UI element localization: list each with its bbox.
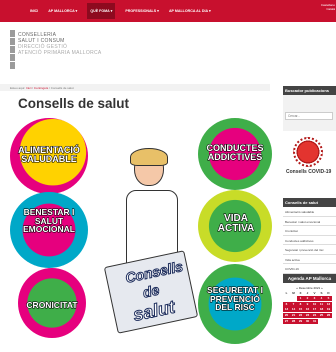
health-tips-menu: Consells de salut Alimentació saludable … — [283, 198, 336, 274]
menu-item-seguretat[interactable]: Seguretat i prevenció del risc — [283, 245, 336, 255]
logo-line: ATENCIÓ PRIMÀRIA MALLORCA — [18, 50, 102, 56]
calendar-day[interactable]: 15 — [297, 307, 304, 313]
calendar-day[interactable]: 18 — [318, 307, 325, 313]
calendar-day — [325, 319, 331, 324]
calendar-day[interactable]: 20 — [283, 313, 290, 319]
calendar-day[interactable]: 8 — [297, 301, 304, 307]
calendar-days: 1 2 3 4 5 6 7 8 9 10 11 12 13 14 15 16 17 18 19 20 21 22 23 24 2… — [283, 296, 332, 324]
breadcrumb-prefix: Esteu aquí: — [10, 86, 26, 90]
menu-title: Consells de salut — [283, 198, 336, 207]
calendar-day[interactable]: 3 — [311, 296, 318, 302]
breadcrumb-current: Consells de salut — [50, 86, 74, 90]
site-logo[interactable]: CONSELLERIA SALUT I CONSUM DIRECCIÓ GEST… — [10, 30, 101, 80]
calendar-day[interactable]: 2 — [304, 296, 311, 302]
nav-item-professionals[interactable]: PROFESSIONALS ▾ — [125, 9, 159, 13]
calendar-day[interactable]: 21 — [290, 313, 297, 319]
logo-text: CONSELLERIA SALUT I CONSUM DIRECCIÓ GEST… — [18, 32, 102, 56]
menu-item-covid[interactable]: COVID-19 — [283, 264, 336, 274]
breadcrumb-continguts[interactable]: Continguts — [34, 86, 48, 90]
calendar-day[interactable]: 14 — [290, 307, 297, 313]
calendar-day[interactable]: 23 — [304, 313, 311, 319]
tile-vida-activa-label: VIDA ACTIVA — [217, 213, 255, 234]
calendar-day[interactable]: 10 — [311, 301, 318, 307]
calendar-day[interactable]: 27 — [283, 318, 290, 324]
nav-item-ap-al-dia[interactable]: AP MALLORCA AL DIA ▾ — [169, 9, 211, 13]
tile-cronicitat-label: CRONICITAT — [26, 300, 78, 310]
menu-item-conductes[interactable]: Conductes addictives — [283, 235, 336, 245]
calendar-day[interactable]: 16 — [304, 307, 311, 313]
calendar-day[interactable]: 25 — [318, 313, 325, 319]
calendar-day[interactable]: 26 — [325, 313, 332, 319]
calendar-day[interactable]: 24 — [311, 313, 318, 319]
covid-virus-image[interactable] — [293, 137, 323, 167]
calendar-day[interactable]: 30 — [304, 318, 311, 324]
sign-line: salut — [131, 296, 177, 325]
menu-item-alimentacio[interactable]: Alimentació saludable — [283, 207, 336, 217]
page-title: Consells de salut — [18, 96, 130, 111]
calendar-prev-icon[interactable]: « — [296, 286, 298, 290]
calendar-day[interactable]: 4 — [318, 296, 325, 302]
calendar-day — [283, 296, 289, 301]
govern-logo-icon — [10, 30, 15, 70]
calendar-day[interactable]: 28 — [290, 318, 297, 324]
tile-alimentacio-label: ALIMENTACIÓ SALUDABLE — [18, 145, 81, 164]
calendar-day[interactable]: 6 — [283, 301, 290, 307]
calendar-month-label: Desembre 2021 — [298, 286, 321, 290]
tile-conductes-label: CONDUCTES ADDICTIVES — [206, 143, 264, 162]
menu-item-vida-activa[interactable]: Vida activa — [283, 254, 336, 264]
calendar-day[interactable]: 7 — [290, 301, 297, 307]
calendar-day[interactable]: 19 — [325, 307, 332, 313]
calendar-day — [290, 296, 296, 301]
sign-card: Consells de salut — [103, 250, 199, 334]
calendar-title: Agenda AP Mallorca — [283, 274, 336, 283]
calendar-day[interactable]: 12 — [325, 301, 332, 307]
main-nav: INICI AP MALLORCA ▾ QUÈ FOMA ▾ PROFESSIO… — [30, 0, 211, 22]
nav-item-inici[interactable]: INICI — [30, 9, 38, 13]
calendar-day[interactable]: 13 — [283, 307, 290, 313]
agenda-calendar: Agenda AP Mallorca « Desembre 2021 » LMX… — [283, 274, 336, 352]
nav-item-que-foma[interactable]: QUÈ FOMA ▾ — [87, 3, 116, 19]
calendar-day[interactable]: 5 — [325, 296, 332, 302]
calendar-day[interactable]: 22 — [297, 313, 304, 319]
language-switcher: Castellano Català — [301, 3, 335, 11]
breadcrumb-inici[interactable]: Inici — [26, 86, 31, 90]
sign-line: de — [141, 281, 161, 301]
calendar-day — [318, 319, 324, 324]
menu-item-benestar[interactable]: Benestar i salut emocional — [283, 216, 336, 226]
calendar-day[interactable]: 1 — [297, 296, 304, 302]
health-tips-illustration: ALIMENTACIÓ SALUDABLE BENESTAR I SALUT E… — [10, 118, 272, 344]
tile-benestar-label: BENESTAR I SALUT EMOCIONAL — [23, 207, 76, 234]
breadcrumb: Esteu aquí: Inici / Continguts / Consell… — [0, 84, 270, 91]
top-nav-bar: INICI AP MALLORCA ▾ QUÈ FOMA ▾ PROFESSIO… — [0, 0, 336, 22]
calendar-day[interactable]: 9 — [304, 301, 311, 307]
search-widget-title: Buscador publicacions — [283, 86, 336, 95]
calendar-next-icon[interactable]: » — [321, 286, 323, 290]
calendar-day[interactable]: 17 — [311, 307, 318, 313]
covid-caption[interactable]: Consells COVID-19 — [286, 169, 331, 175]
tile-seguretat-label: SEGURETAT I PREVENCIÓ DEL RISC — [207, 285, 264, 312]
nav-item-ap-mallorca[interactable]: AP MALLORCA ▾ — [48, 9, 77, 13]
menu-item-cronicitat[interactable]: Cronicitat — [283, 226, 336, 236]
calendar-day[interactable]: 29 — [297, 318, 304, 324]
lang-catala-link[interactable]: Català — [301, 7, 335, 11]
calendar-day[interactable]: 31 — [311, 318, 318, 324]
calendar-day[interactable]: 11 — [318, 301, 325, 307]
search-input[interactable]: Cercar... — [285, 112, 333, 120]
calendar-month: « Desembre 2021 » — [283, 286, 336, 290]
search-widget: Buscador publicacions Cercar... — [283, 86, 336, 131]
